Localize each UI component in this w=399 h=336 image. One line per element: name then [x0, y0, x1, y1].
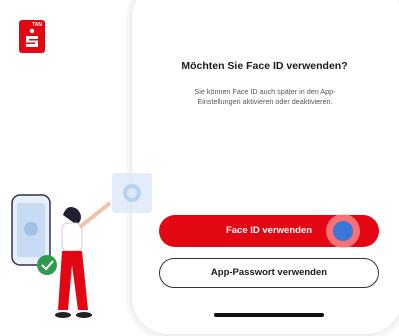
- dialog-description: Sie können Face ID auch später in den Ap…: [160, 87, 370, 107]
- dialog-title: Möchten Sie Face ID verwenden?: [181, 60, 348, 72]
- description-line-2: Einstellungen aktivieren oder deaktivier…: [197, 97, 333, 106]
- touch-dot: [333, 221, 353, 241]
- touch-indicator: [326, 214, 360, 248]
- home-indicator: [214, 313, 324, 317]
- use-app-password-button[interactable]: App-Passwort verwenden: [159, 258, 379, 288]
- description-line-1: Sie können Face ID auch später in den Ap…: [194, 87, 336, 96]
- app-logo: TAN: [19, 20, 45, 53]
- sparkasse-s-icon: [26, 28, 38, 47]
- face-id-illustration: [11, 173, 152, 318]
